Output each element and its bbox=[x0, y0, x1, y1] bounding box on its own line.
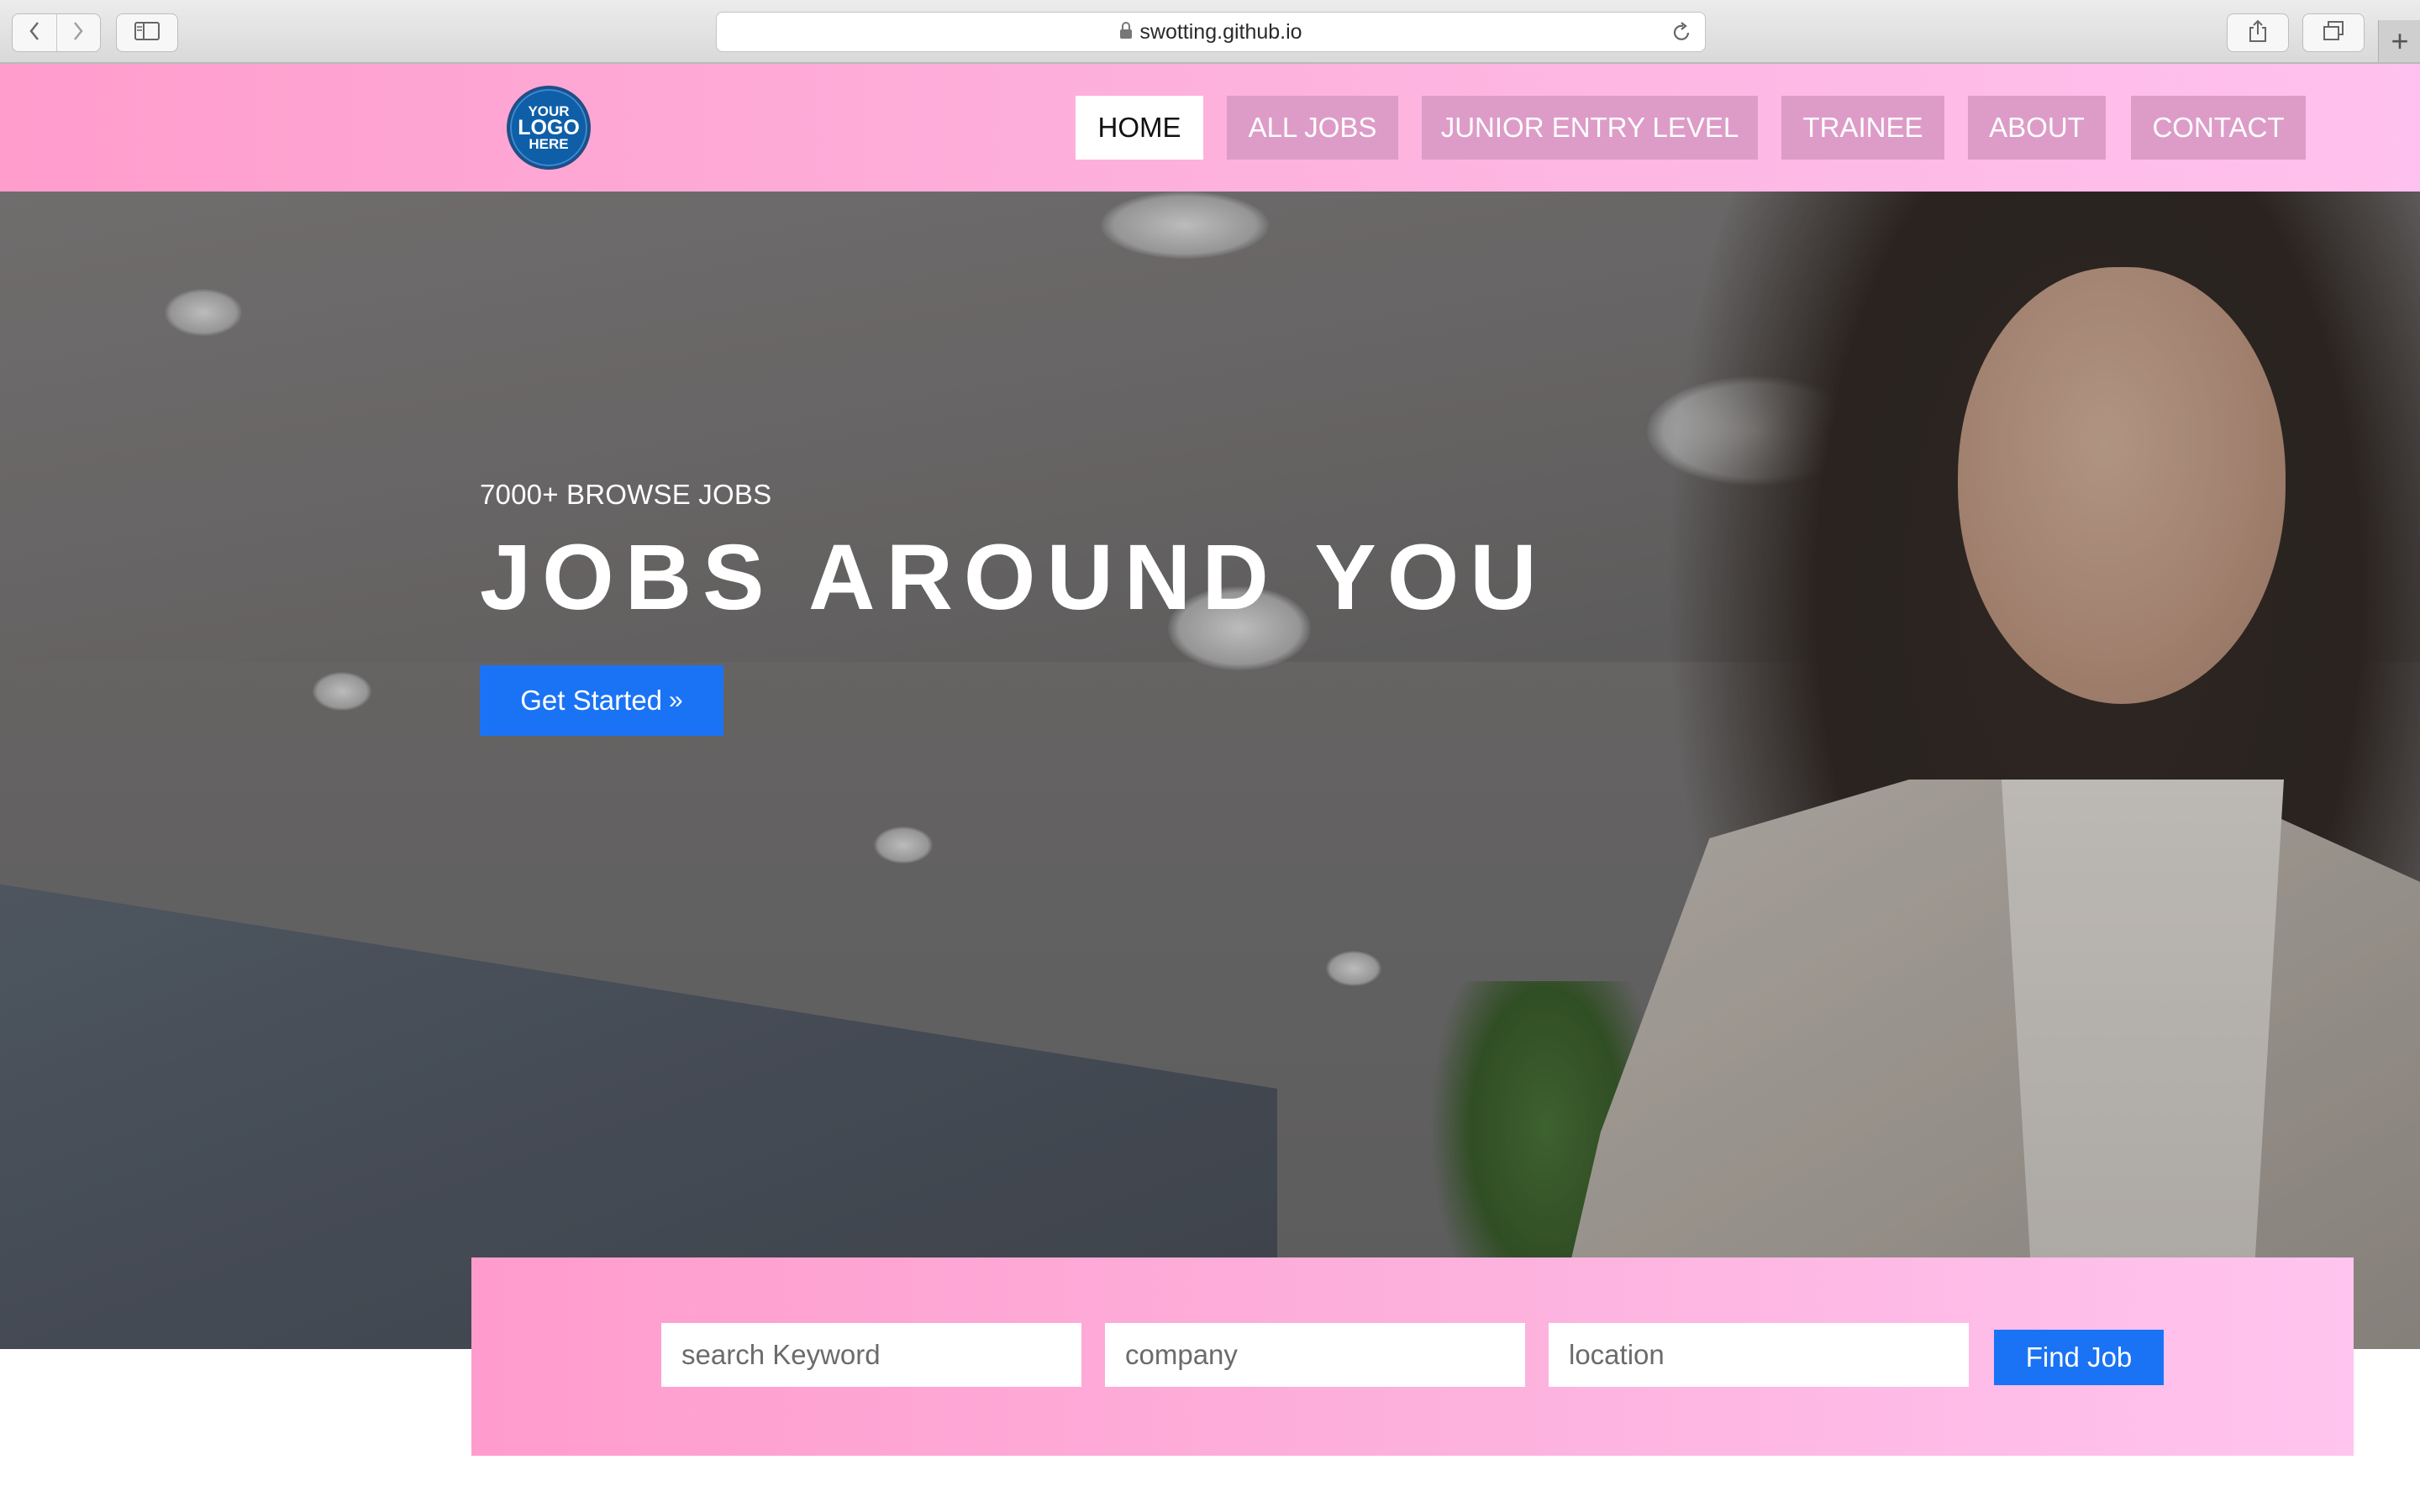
double-chevron-right-icon: » bbox=[669, 686, 683, 714]
company-input[interactable] bbox=[1105, 1323, 1525, 1387]
share-icon bbox=[2249, 19, 2267, 47]
plus-icon: + bbox=[2391, 24, 2409, 58]
get-started-button[interactable]: Get Started » bbox=[480, 665, 723, 736]
hero-title: JOBS AROUND YOU bbox=[480, 526, 1548, 629]
tabs-overview-button[interactable] bbox=[2302, 13, 2365, 52]
find-job-button[interactable]: Find Job bbox=[1994, 1330, 2164, 1385]
hero-overlay bbox=[0, 192, 2420, 1349]
sidebar-toggle-button[interactable] bbox=[116, 13, 178, 52]
reload-icon[interactable] bbox=[1671, 21, 1691, 47]
sidebar-icon bbox=[134, 21, 160, 45]
share-button[interactable] bbox=[2227, 13, 2289, 52]
search-keyword-input[interactable] bbox=[661, 1323, 1081, 1387]
nav-item-contact[interactable]: CONTACT bbox=[2131, 96, 2306, 160]
address-bar[interactable]: swotting.github.io bbox=[716, 12, 1706, 52]
nav-item-home[interactable]: HOME bbox=[1076, 96, 1203, 160]
new-tab-button[interactable]: + bbox=[2378, 20, 2420, 62]
url-text: swotting.github.io bbox=[1139, 19, 1302, 44]
nav-item-junior-entry-level[interactable]: JUNIOR ENTRY LEVEL bbox=[1422, 96, 1758, 160]
back-button[interactable] bbox=[13, 14, 56, 51]
chevron-left-icon bbox=[29, 21, 40, 45]
hero-subtitle: 7000+ BROWSE JOBS bbox=[480, 479, 772, 510]
location-input[interactable] bbox=[1549, 1323, 1969, 1387]
nav-item-all-jobs[interactable]: ALL JOBS bbox=[1227, 96, 1398, 160]
nav-item-about[interactable]: ABOUT bbox=[1968, 96, 2106, 160]
site-logo[interactable]: YOUR LOGO HERE bbox=[507, 86, 591, 170]
history-buttons bbox=[12, 13, 101, 52]
site-header: YOUR LOGO HERE HOME ALL JOBS JUNIOR ENTR… bbox=[0, 64, 2420, 192]
hero-section: 7000+ BROWSE JOBS JOBS AROUND YOU Get St… bbox=[0, 192, 2420, 1349]
browser-toolbar: swotting.github.io + bbox=[0, 0, 2420, 64]
get-started-label: Get Started bbox=[520, 685, 663, 716]
lock-icon bbox=[1119, 21, 1133, 44]
logo-line-3: HERE bbox=[529, 136, 569, 152]
forward-button[interactable] bbox=[55, 14, 101, 51]
logo-line-2: LOGO bbox=[518, 116, 580, 139]
nav-item-trainee[interactable]: TRAINEE bbox=[1781, 96, 1944, 160]
tabs-overview-icon bbox=[2323, 20, 2344, 45]
chevron-right-icon bbox=[72, 21, 84, 45]
job-search-panel: Find Job bbox=[471, 1257, 2354, 1456]
